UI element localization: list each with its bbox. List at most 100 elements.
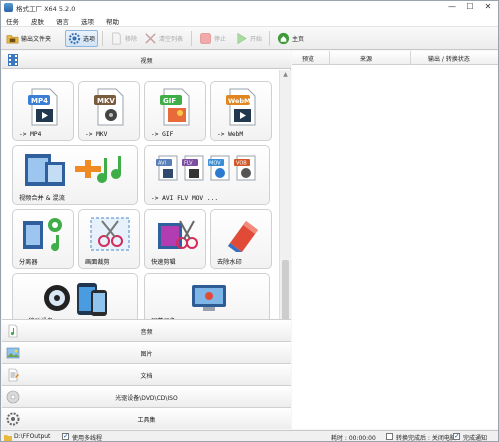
vob-badge: VOB bbox=[236, 161, 247, 167]
maximize-button[interactable]: ☐ bbox=[461, 1, 479, 14]
scroll-up-arrow-icon[interactable]: ▲ bbox=[280, 71, 291, 78]
webm-badge: WebM bbox=[228, 97, 250, 105]
menu-language[interactable]: 语言 bbox=[56, 16, 69, 26]
task-list-header: 预览 来源 输出 / 转换状态 bbox=[292, 51, 498, 65]
video-category-label: 视频 bbox=[140, 58, 153, 65]
quick-cut-tile[interactable]: 快速剪辑 bbox=[144, 209, 206, 269]
app-logo-icon bbox=[4, 3, 13, 12]
output-path[interactable]: D:\FFOutput bbox=[14, 433, 50, 440]
screen-record-icon bbox=[192, 285, 226, 311]
column-divider bbox=[410, 51, 411, 65]
toolbar: 输出文件夹 选项 移除 清空列表 停止 开始 主页 bbox=[1, 27, 498, 50]
toolbar-divider bbox=[191, 31, 192, 46]
picture-category-label: 图片 bbox=[140, 351, 153, 358]
options-button[interactable]: 选项 bbox=[65, 30, 99, 47]
menu-skin[interactable]: 皮肤 bbox=[31, 16, 44, 26]
start-button[interactable]: 开始 bbox=[233, 30, 264, 47]
multithread-label: 使用多线程 bbox=[72, 435, 103, 442]
window-title: 格式工厂 X64 5.2.0 bbox=[16, 5, 76, 13]
watermark-remove-label: 去除水印 bbox=[217, 259, 242, 266]
status-bar: D:\FFOutput 使用多线程 耗时 : 00:00:00 转换完成后 : … bbox=[1, 430, 498, 442]
mov-badge: MOV bbox=[209, 161, 221, 167]
column-preview[interactable]: 预览 bbox=[302, 54, 314, 63]
avi-badge: AVI bbox=[158, 161, 166, 167]
convert-gif-label: -> GIF bbox=[151, 131, 174, 138]
menu-help[interactable]: 帮助 bbox=[106, 16, 119, 26]
stop-label: 停止 bbox=[214, 36, 227, 43]
mkv-file-icon: MKV bbox=[94, 88, 124, 126]
clear-list-button[interactable]: 清空列表 bbox=[142, 30, 185, 47]
clear-list-icon bbox=[145, 33, 156, 44]
gear-icon bbox=[68, 32, 81, 45]
splitter-label: 分离器 bbox=[19, 259, 38, 266]
stop-button[interactable]: 停止 bbox=[197, 30, 228, 47]
flv-badge: FLV bbox=[184, 161, 193, 167]
column-output-status[interactable]: 输出 / 转换状态 bbox=[428, 54, 470, 63]
audio-category[interactable]: 音频 bbox=[2, 319, 291, 341]
convert-gif-tile[interactable]: GIF -> GIF bbox=[144, 81, 206, 141]
minimize-button[interactable]: — bbox=[443, 1, 461, 14]
folder-icon bbox=[4, 435, 12, 441]
convert-mp4-tile[interactable]: MP4 -> MP4 bbox=[12, 81, 74, 141]
options-label: 选项 bbox=[83, 36, 96, 43]
home-label: 主页 bbox=[292, 36, 305, 43]
quick-cut-label: 快速剪辑 bbox=[151, 259, 176, 266]
remove-button[interactable]: 移除 bbox=[108, 30, 139, 47]
toolbox-category-label: 工具集 bbox=[137, 417, 156, 424]
crop-label: 画面裁剪 bbox=[85, 259, 110, 266]
watermark-remove-tile[interactable]: 去除水印 bbox=[210, 209, 272, 269]
convert-webm-tile[interactable]: WebM -> WebM bbox=[210, 81, 272, 141]
convert-avi-flv-mov-label: -> AVI FLV MOV ... bbox=[151, 195, 219, 202]
mp4-file-icon: MP4 bbox=[28, 88, 58, 126]
convert-mkv-tile[interactable]: MKV -> MKV bbox=[78, 81, 140, 141]
home-button[interactable]: 主页 bbox=[275, 30, 306, 47]
multi-format-icon: AVI FLV MOV VOB bbox=[156, 155, 256, 181]
clear-list-label: 清空列表 bbox=[159, 36, 184, 43]
splitter-tile[interactable]: 分离器 bbox=[12, 209, 74, 269]
output-folder-label: 输出文件夹 bbox=[21, 36, 52, 43]
multithread-checkbox[interactable] bbox=[62, 432, 69, 440]
eraser-icon bbox=[228, 221, 258, 252]
home-logo-icon bbox=[277, 32, 290, 45]
convert-avi-flv-mov-tile[interactable]: AVI FLV MOV VOB -> AVI FLV MOV ... bbox=[144, 145, 270, 205]
video-category-header[interactable]: 视频 bbox=[2, 51, 291, 69]
picture-category[interactable]: 图片 bbox=[2, 341, 291, 363]
audio-category-label: 音频 bbox=[140, 329, 153, 336]
title-bar: 格式工厂 X64 5.2.0 — ☐ ✕ bbox=[1, 1, 498, 14]
after-convert-label: 转换完成后 : 关闭电脑 bbox=[396, 435, 456, 442]
webm-file-icon: WebM bbox=[226, 88, 256, 126]
output-folder-button[interactable]: 输出文件夹 bbox=[4, 30, 53, 47]
task-list[interactable]: 预览 来源 输出 / 转换状态 bbox=[292, 51, 498, 429]
convert-mp4-label: -> MP4 bbox=[19, 131, 42, 138]
notify-checkbox[interactable] bbox=[453, 432, 460, 440]
folder-icon bbox=[6, 35, 19, 44]
column-divider bbox=[329, 51, 330, 65]
document-category-label: 文档 bbox=[140, 373, 153, 380]
mobile-device-icon bbox=[44, 283, 107, 316]
disc-category[interactable]: 光驱设备\DVD\CD\ISO bbox=[2, 385, 291, 407]
toolbar-divider bbox=[102, 31, 103, 46]
mkv-badge: MKV bbox=[97, 97, 115, 105]
toolbar-divider bbox=[269, 31, 270, 46]
toolbox-category[interactable]: 工具集 bbox=[2, 407, 291, 429]
gif-badge: GIF bbox=[163, 97, 176, 105]
column-source[interactable]: 来源 bbox=[360, 54, 372, 63]
close-button[interactable]: ✕ bbox=[479, 1, 497, 14]
convert-mkv-label: -> MKV bbox=[85, 131, 108, 138]
menu-task[interactable]: 任务 bbox=[6, 16, 19, 26]
crop-tile[interactable]: 画面裁剪 bbox=[78, 209, 140, 269]
stop-icon bbox=[200, 33, 211, 44]
menu-bar: 任务 皮肤 语言 选项 帮助 bbox=[1, 14, 498, 27]
convert-webm-label: -> WebM bbox=[217, 131, 244, 138]
elapsed-time: 耗时 : 00:00:00 bbox=[331, 435, 376, 442]
document-category[interactable]: 文档 bbox=[2, 363, 291, 385]
quick-cut-icon bbox=[158, 220, 198, 249]
video-merge-tile[interactable]: 视频合并 & 混流 bbox=[12, 145, 138, 205]
remove-file-icon bbox=[112, 32, 121, 45]
crop-icon bbox=[90, 217, 130, 251]
video-merge-icon bbox=[25, 154, 121, 186]
function-panel: 视频 MP4 -> MP4 MKV -> MKV GIF -> GIF WebM… bbox=[2, 51, 291, 429]
app-window: 格式工厂 X64 5.2.0 — ☐ ✕ 任务 皮肤 语言 选项 帮助 输出文件… bbox=[0, 0, 499, 442]
after-convert-checkbox[interactable] bbox=[386, 433, 393, 440]
menu-options[interactable]: 选项 bbox=[81, 16, 94, 26]
